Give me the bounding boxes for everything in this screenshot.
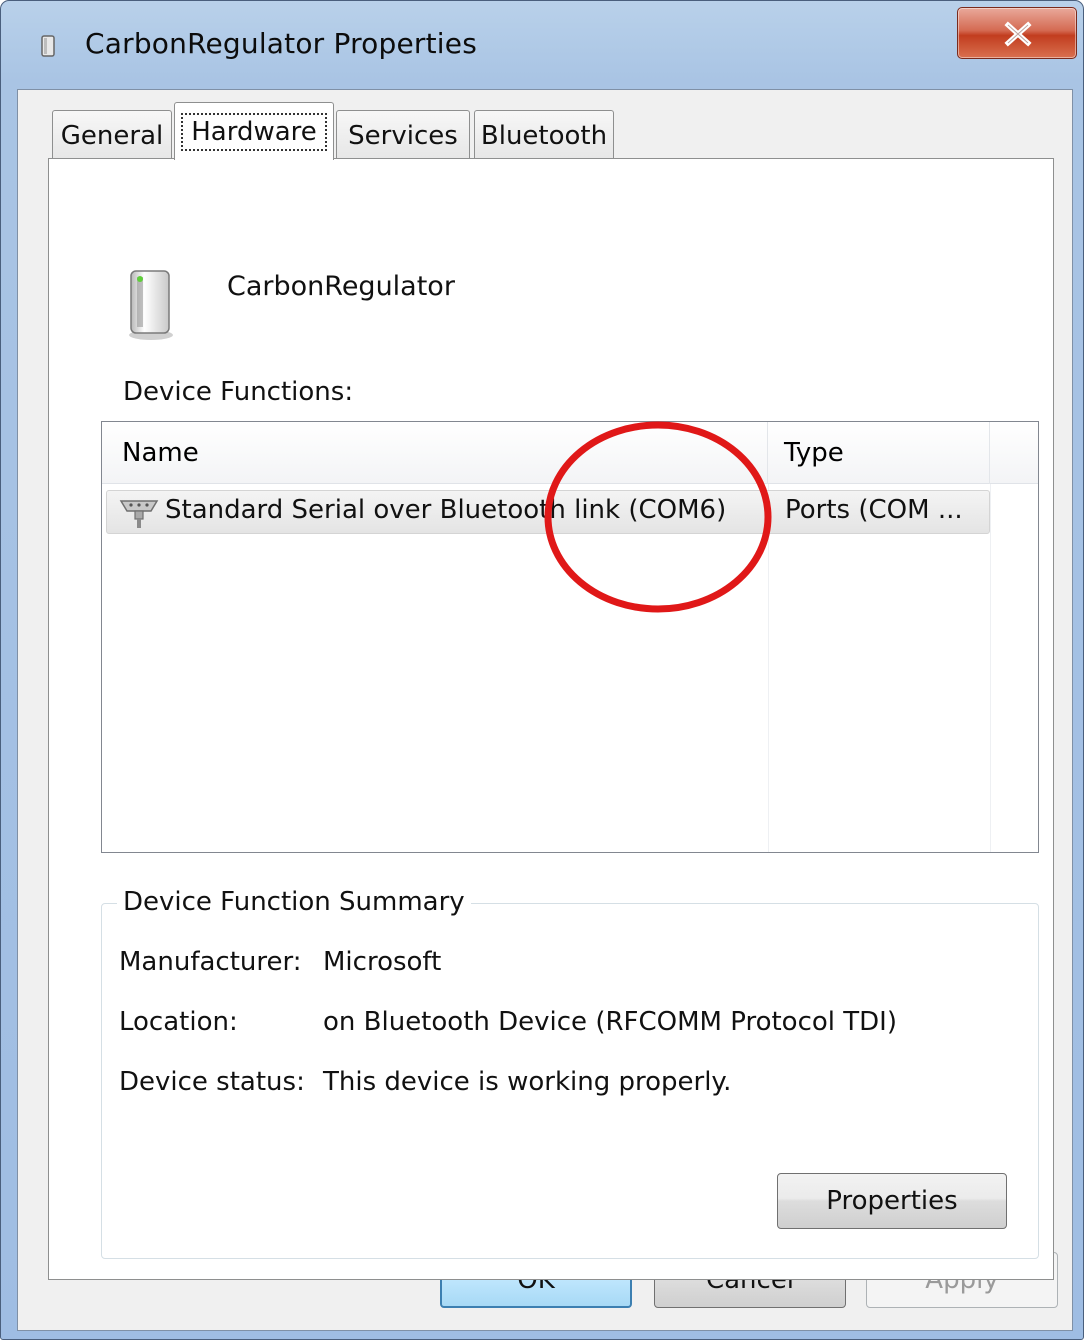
tab-label: Hardware xyxy=(181,112,327,151)
properties-window: CarbonRegulator Properties General Hardw… xyxy=(0,0,1084,1340)
dialog-client-area: General Hardware Services Bluetooth Carb… xyxy=(17,89,1073,1331)
title-bar[interactable]: CarbonRegulator Properties xyxy=(1,1,1083,91)
close-button[interactable] xyxy=(957,7,1077,59)
serial-port-icon xyxy=(119,500,159,528)
manufacturer-label: Manufacturer: xyxy=(119,947,302,977)
summary-legend: Device Function Summary xyxy=(117,887,471,917)
column-header-type[interactable]: Type xyxy=(768,422,990,484)
device-status-value: This device is working properly. xyxy=(323,1067,732,1097)
device-status-label: Device status: xyxy=(119,1067,305,1097)
close-icon xyxy=(1004,21,1032,47)
device-icon xyxy=(129,270,173,340)
function-name: Standard Serial over Bluetooth link (COM… xyxy=(165,495,727,525)
function-type: Ports (COM ... xyxy=(785,495,963,525)
device-functions-list[interactable]: Name Type Standard Serial over Bluetooth… xyxy=(101,421,1039,853)
tab-label: Bluetooth xyxy=(480,120,608,151)
tab-bluetooth[interactable]: Bluetooth xyxy=(474,110,614,160)
hardware-tab-page: CarbonRegulator Device Functions: Name T… xyxy=(48,158,1054,1280)
device-icon-small xyxy=(41,35,55,57)
window-title: CarbonRegulator Properties xyxy=(85,27,477,60)
tab-services[interactable]: Services xyxy=(336,110,470,160)
tab-label: Services xyxy=(348,120,458,151)
device-name: CarbonRegulator xyxy=(227,271,455,302)
properties-button[interactable]: Properties xyxy=(777,1173,1007,1229)
tab-hardware[interactable]: Hardware xyxy=(174,102,334,160)
manufacturer-value: Microsoft xyxy=(323,947,442,977)
list-header: Name Type xyxy=(102,422,1038,484)
list-item[interactable]: Standard Serial over Bluetooth link (COM… xyxy=(106,490,990,534)
tab-general[interactable]: General xyxy=(52,110,172,160)
tab-label: General xyxy=(60,120,164,151)
column-header-name[interactable]: Name xyxy=(102,422,768,484)
column-divider xyxy=(990,484,991,852)
device-functions-label: Device Functions: xyxy=(123,377,354,407)
column-divider xyxy=(768,484,769,852)
location-value: on Bluetooth Device (RFCOMM Protocol TDI… xyxy=(323,1007,897,1037)
location-label: Location: xyxy=(119,1007,238,1037)
